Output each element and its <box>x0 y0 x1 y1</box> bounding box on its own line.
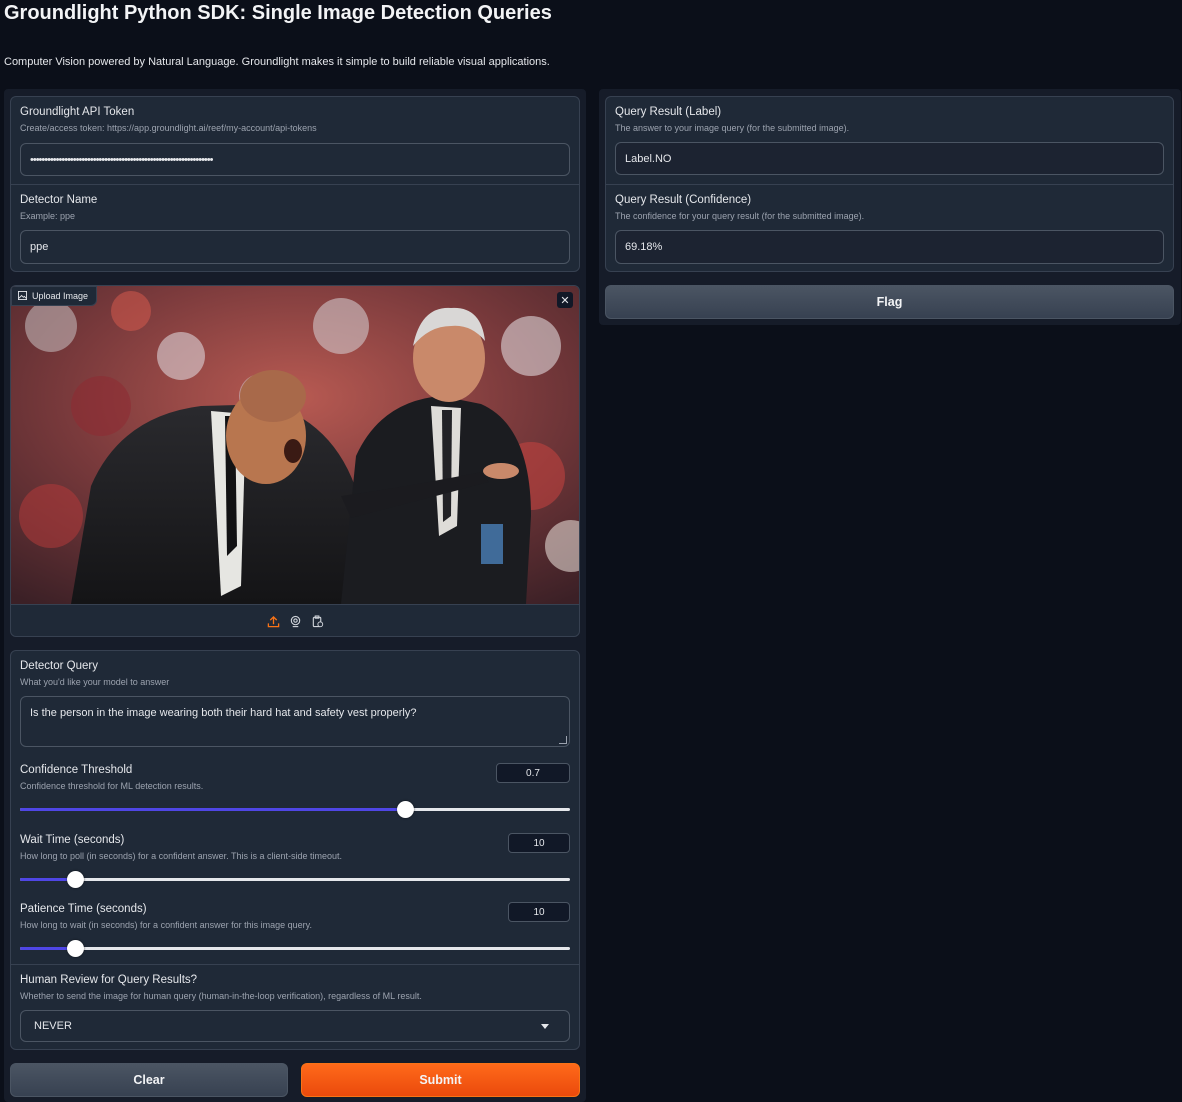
human-review-value: NEVER <box>34 1020 72 1032</box>
input-column: Groundlight API Token Create/access toke… <box>4 89 586 1102</box>
api-token-row: Groundlight API Token Create/access toke… <box>11 97 579 184</box>
image-source-toolbar <box>11 604 579 636</box>
result-confidence-info: The confidence for your query result (fo… <box>615 211 865 221</box>
result-confidence-output: 69.18% <box>615 230 1164 264</box>
webcam-icon[interactable] <box>288 615 302 629</box>
clipboard-icon[interactable] <box>310 615 324 629</box>
image-icon <box>18 290 27 302</box>
detector-query-row: Detector Query What you'd like your mode… <box>11 651 579 756</box>
credentials-block: Groundlight API Token Create/access toke… <box>10 96 580 272</box>
result-label-info: The answer to your image query (for the … <box>615 123 850 133</box>
api-token-info: Create/access token: https://app.groundl… <box>20 123 317 133</box>
result-confidence-label: Query Result (Confidence) <box>615 194 752 206</box>
patience-time-info: How long to wait (in seconds) for a conf… <box>20 920 312 930</box>
slider-fill <box>20 808 405 811</box>
confidence-threshold-info: Confidence threshold for ML detection re… <box>20 781 204 791</box>
wait-time-number[interactable]: 10 <box>508 833 570 853</box>
image-upload-label-text: Upload Image <box>32 291 89 301</box>
chevron-down-icon <box>541 1024 549 1029</box>
result-label-label: Query Result (Label) <box>615 106 722 118</box>
uploaded-photo <box>11 286 579 604</box>
detector-query-text: Is the person in the image wearing both … <box>30 707 417 719</box>
flag-button[interactable]: Flag <box>605 285 1174 319</box>
wait-time-label: Wait Time (seconds) <box>20 834 125 846</box>
human-review-select[interactable]: NEVER <box>20 1010 570 1042</box>
resize-handle-icon[interactable] <box>559 736 567 744</box>
detector-query-textarea[interactable]: Is the person in the image wearing both … <box>20 696 570 747</box>
api-token-input[interactable]: ••••••••••••••••••••••••••••••••••••••••… <box>20 143 570 176</box>
detector-name-input[interactable]: ppe <box>20 230 570 264</box>
result-label-output: Label.NO <box>615 142 1164 175</box>
submit-button[interactable]: Submit <box>301 1063 580 1097</box>
patience-time-slider[interactable] <box>20 940 570 957</box>
image-upload-block: Upload Image ✕ <box>10 285 580 637</box>
output-column: Query Result (Label) The answer to your … <box>599 89 1181 325</box>
human-review-row: Human Review for Query Results? Whether … <box>11 964 579 1050</box>
page-title: Groundlight Python SDK: Single Image Det… <box>4 2 552 24</box>
detector-name-row: Detector Name Example: ppe ppe <box>11 184 579 272</box>
page-subtitle: Computer Vision powered by Natural Langu… <box>4 56 550 68</box>
close-icon[interactable]: ✕ <box>557 292 573 308</box>
human-review-label: Human Review for Query Results? <box>20 974 198 986</box>
results-block: Query Result (Label) The answer to your … <box>605 96 1174 272</box>
wait-time-info: How long to poll (in seconds) for a conf… <box>20 851 342 861</box>
confidence-threshold-slider[interactable] <box>20 801 570 818</box>
detector-query-info: What you'd like your model to answer <box>20 677 170 687</box>
detector-name-info: Example: ppe <box>20 211 76 221</box>
clear-button[interactable]: Clear <box>10 1063 288 1097</box>
wait-time-slider[interactable] <box>20 871 570 888</box>
detector-name-label: Detector Name <box>20 194 98 206</box>
confidence-threshold-number[interactable]: 0.7 <box>496 763 570 783</box>
query-settings-block: Detector Query What you'd like your mode… <box>10 650 580 1050</box>
patience-time-label: Patience Time (seconds) <box>20 903 147 915</box>
result-label-row: Query Result (Label) The answer to your … <box>606 97 1173 184</box>
confidence-threshold-label: Confidence Threshold <box>20 764 133 776</box>
slider-thumb[interactable] <box>67 871 84 888</box>
result-confidence-row: Query Result (Confidence) The confidence… <box>606 184 1173 272</box>
slider-thumb[interactable] <box>67 940 84 957</box>
upload-icon[interactable] <box>266 615 280 629</box>
patience-time-row: Patience Time (seconds) How long to wait… <box>11 896 579 966</box>
patience-time-number[interactable]: 10 <box>508 902 570 922</box>
confidence-threshold-row: Confidence Threshold Confidence threshol… <box>11 756 579 826</box>
slider-thumb[interactable] <box>397 801 414 818</box>
image-upload-label: Upload Image <box>11 286 98 306</box>
detector-query-label: Detector Query <box>20 660 98 672</box>
api-token-label: Groundlight API Token <box>20 106 135 118</box>
wait-time-row: Wait Time (seconds) How long to poll (in… <box>11 826 579 896</box>
human-review-info: Whether to send the image for human quer… <box>20 991 422 1001</box>
